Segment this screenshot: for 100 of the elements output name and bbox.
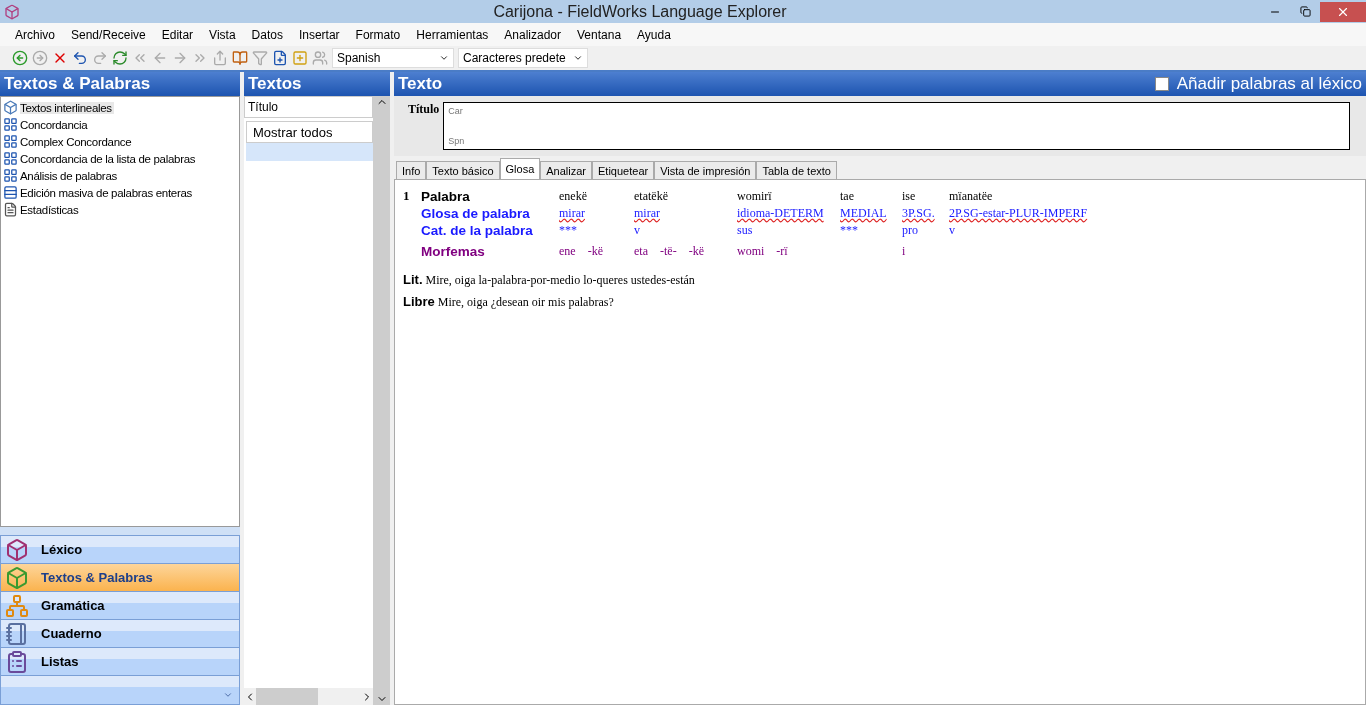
tab[interactable]: Etiquetear	[592, 161, 655, 179]
caret-icon	[573, 53, 583, 63]
app-icon	[4, 3, 20, 20]
morpheme-text[interactable]: ene	[559, 243, 576, 260]
tool-item[interactable]: Complex Concordance	[20, 135, 134, 148]
tool-item[interactable]: Textos interlineales	[20, 101, 114, 114]
people-icon[interactable]	[312, 50, 328, 66]
title-field[interactable]: Car Spn	[443, 102, 1350, 150]
line-label: Libre	[403, 294, 435, 309]
restore-icon	[1299, 6, 1311, 17]
word-text: tae	[840, 188, 855, 205]
menu-item[interactable]: Editar	[153, 27, 202, 42]
morpheme-text[interactable]: i	[902, 243, 906, 260]
window-title: Carijona - FieldWorks Language Explorer	[492, 2, 788, 21]
add-words-checkbox[interactable]: Añadir palabras al léxico	[1154, 74, 1362, 94]
caret-icon	[439, 53, 449, 63]
pane-title: Textos & Palabras	[0, 72, 240, 96]
category-text[interactable]: pro	[902, 222, 949, 239]
area-button[interactable]: Cuaderno	[0, 619, 240, 647]
horizontal-scrollbar[interactable]	[244, 688, 373, 705]
translation-text[interactable]: Mire, oiga ¿desean oir mis palabras?	[437, 295, 614, 310]
filter-field[interactable]: Mostrar todos	[246, 121, 373, 143]
category-text[interactable]: ***	[840, 222, 902, 239]
book-icon[interactable]	[232, 50, 248, 66]
tool-item[interactable]: Concordancia	[20, 118, 90, 131]
gloss-text[interactable]: 2P.SG-estar-PLUR-IMPERF	[949, 205, 1088, 222]
cube-icon	[3, 100, 18, 115]
clipboard-icon	[5, 649, 29, 674]
undo-icon[interactable]	[72, 50, 88, 66]
row-label: Morfemas	[421, 243, 486, 260]
area-button[interactable]: Textos & Palabras	[0, 563, 240, 591]
word-text: womirï	[737, 188, 773, 205]
morpheme-text[interactable]: -të-	[660, 243, 677, 260]
tab[interactable]: Info	[396, 161, 427, 179]
morpheme-text[interactable]: -kë	[688, 243, 704, 260]
line-label: Lit.	[403, 272, 423, 287]
close-button[interactable]	[1320, 1, 1366, 22]
row-label: Glosa de palabra	[421, 205, 531, 222]
tab[interactable]: Tabla de texto	[756, 161, 837, 179]
notebook-icon	[5, 621, 29, 646]
tool-item[interactable]: Estadísticas	[20, 203, 81, 216]
previous-icon[interactable]	[152, 50, 168, 66]
category-text[interactable]: v	[634, 222, 737, 239]
share-icon[interactable]	[212, 50, 228, 66]
area-button[interactable]: Listas	[0, 647, 240, 675]
splitter-handle[interactable]	[0, 527, 240, 535]
cube-icon	[5, 537, 29, 562]
caret-icon[interactable]	[223, 690, 233, 700]
category-text[interactable]: ***	[559, 222, 634, 239]
writing-system-dropdown[interactable]: Spanish	[332, 48, 454, 68]
category-text[interactable]: v	[949, 222, 1088, 239]
tool-item[interactable]: Concordancia de la lista de palabras	[20, 152, 198, 165]
morpheme-text[interactable]: -kë	[587, 243, 603, 260]
menu-item[interactable]: Vista	[201, 27, 244, 42]
menu-item[interactable]: Insertar	[290, 27, 348, 42]
row-label: Palabra	[421, 188, 471, 205]
style-dropdown[interactable]: Caracteres predete	[458, 48, 588, 68]
document-icon	[3, 202, 18, 217]
gloss-text[interactable]: mirar	[559, 205, 634, 222]
menu-item[interactable]: Archivo	[7, 27, 63, 42]
gloss-text[interactable]: MEDIAL	[840, 205, 902, 222]
menu-item[interactable]: Send/Receive	[63, 27, 154, 42]
grid-icon	[3, 134, 18, 149]
row-label: Cat. de la palabra	[421, 222, 534, 239]
translation-text[interactable]: Mire, oiga la-palabra-por-medio lo-queres ustedes-están	[425, 273, 695, 288]
grid-icon	[3, 168, 18, 183]
word-text: ise	[902, 188, 917, 205]
gloss-text[interactable]: mirar	[634, 205, 737, 222]
gloss-text[interactable]: 3P.SG.	[902, 205, 949, 222]
title-label: Título	[408, 102, 440, 118]
grid-icon	[3, 117, 18, 132]
tab[interactable]: Glosa	[499, 158, 541, 179]
menu-item[interactable]: Formato	[347, 27, 409, 42]
category-text[interactable]: sus	[737, 222, 840, 239]
menu-item[interactable]: Ayuda	[629, 27, 679, 42]
menu-item[interactable]: Datos	[243, 27, 291, 42]
tool-item[interactable]: Análisis de palabras	[20, 169, 119, 182]
new-document-icon[interactable]	[272, 50, 288, 66]
word-text: etatëkë	[634, 188, 669, 205]
word-text: mïanatëe	[949, 188, 994, 205]
area-button[interactable]: Léxico	[0, 535, 240, 563]
morpheme-text[interactable]: eta	[634, 243, 648, 260]
back-icon[interactable]	[12, 50, 28, 66]
morpheme-text[interactable]: -rï	[776, 243, 788, 260]
next-icon[interactable]	[172, 50, 188, 66]
area-button[interactable]: Gramática	[0, 591, 240, 619]
tab[interactable]: Vista de impresión	[654, 161, 757, 179]
menu-item[interactable]: Analizador	[496, 27, 570, 42]
tab[interactable]: Analizar	[540, 161, 592, 179]
menu-item[interactable]: Ventana	[569, 27, 630, 42]
tool-item[interactable]: Edición masiva de palabras enteras	[20, 186, 194, 199]
grid-icon	[3, 151, 18, 166]
column-header[interactable]: Título	[244, 96, 373, 118]
forward-icon[interactable]	[32, 50, 48, 66]
vertical-scrollbar[interactable]	[373, 96, 390, 705]
morpheme-text[interactable]: womi	[737, 243, 765, 260]
gloss-text[interactable]: idioma-DETERM	[737, 205, 840, 222]
tab[interactable]: Texto básico	[426, 161, 500, 179]
refresh-icon[interactable]	[112, 50, 128, 66]
menu-item[interactable]: Herramientas	[408, 27, 497, 42]
